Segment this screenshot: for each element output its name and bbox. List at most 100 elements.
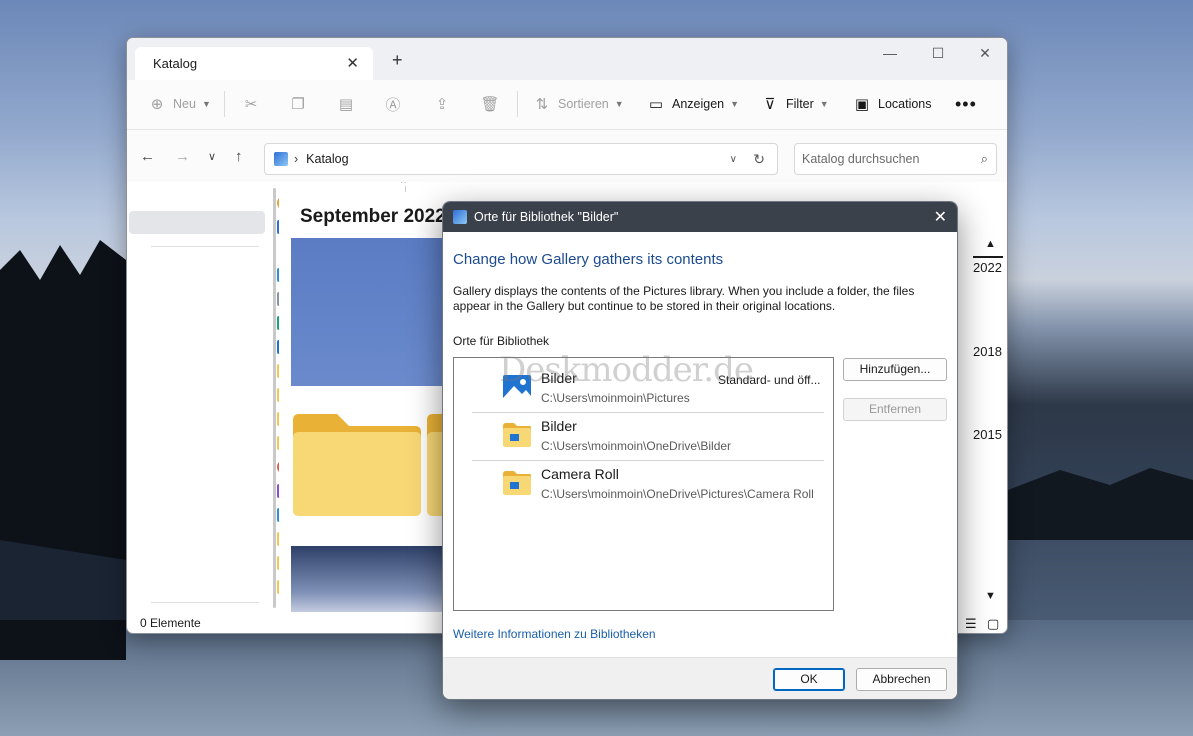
divider <box>517 91 518 117</box>
navigation-pane <box>127 182 277 612</box>
sort-icon: ⇅ <box>535 96 549 113</box>
pictures-icon <box>503 375 531 403</box>
new-label: Neu <box>173 97 196 111</box>
close-window-icon[interactable]: ✕ <box>962 42 1007 70</box>
share-button[interactable]: ⇪ <box>432 93 458 115</box>
search-icon: ⌕ <box>980 151 988 166</box>
divider <box>472 412 824 413</box>
location-status: Standard- und öff... <box>718 373 821 387</box>
recent-chevron-icon[interactable]: ∨ <box>208 150 216 163</box>
delete-button[interactable]: 🗑 <box>480 93 506 115</box>
folder-pictures-icon <box>503 471 531 495</box>
minimize-icon[interactable]: — <box>867 42 913 70</box>
copy-icon: ❐ <box>291 96 305 113</box>
locations-label: Locations <box>878 97 932 111</box>
scroll-down-icon[interactable]: ▼ <box>985 590 996 602</box>
location-name: Bilder <box>541 370 577 386</box>
locations-list[interactable]: Bilder C:\Users\moinmoin\Pictures Standa… <box>453 357 834 611</box>
sort-button[interactable]: ⇅ Sortieren ▼ <box>532 93 624 115</box>
dialog-footer: OK Abbrechen <box>443 657 957 699</box>
list-item[interactable]: Camera Roll C:\Users\moinmoin\OneDrive\P… <box>472 462 824 510</box>
sort-label: Sortieren <box>558 97 609 111</box>
clipboard-icon: ▤ <box>338 96 354 113</box>
search-placeholder: Katalog durchsuchen <box>802 152 920 166</box>
remove-button[interactable]: Entfernen <box>843 398 947 421</box>
list-item[interactable]: Bilder C:\Users\moinmoin\OneDrive\Bilder <box>472 414 824 462</box>
chevron-down-icon: ▼ <box>201 99 211 109</box>
address-bar[interactable]: › Katalog ∨ ↻ <box>264 143 778 175</box>
chevron-down-icon[interactable]: ∨ <box>730 154 737 165</box>
close-tab-icon[interactable]: ✕ <box>346 54 359 72</box>
location-path: C:\Users\moinmoin\OneDrive\Bilder <box>541 439 732 453</box>
view-label: Anzeigen <box>672 97 725 111</box>
timeline-year[interactable]: 2015 <box>973 427 1002 442</box>
item-count: 0 Elemente <box>140 616 201 630</box>
sort-indicator-icon: ^ <box>401 182 406 189</box>
chevron-down-icon: ▼ <box>819 99 829 109</box>
dialog-titlebar: Orte für Bibliothek "Bilder" ✕ <box>443 202 957 232</box>
new-button[interactable]: ⊕ Neu ▼ <box>147 93 211 115</box>
plus-circle-icon: ⊕ <box>150 96 164 113</box>
image-icon: ▣ <box>854 96 870 113</box>
thumbnail-view-icon[interactable]: ▢ <box>987 612 999 633</box>
chevron-down-icon: ▼ <box>730 99 740 109</box>
tab-katalog[interactable]: Katalog ✕ <box>135 47 373 80</box>
paste-button[interactable]: ▤ <box>336 93 362 115</box>
rename-button[interactable]: Ⓐ <box>383 93 409 115</box>
divider <box>472 460 824 461</box>
breadcrumb-separator-icon: › <box>294 152 299 166</box>
ok-button[interactable]: OK <box>773 668 845 691</box>
location-name: Camera Roll <box>541 466 619 482</box>
pictures-library-icon <box>453 210 467 224</box>
back-arrow-icon[interactable]: ← <box>140 148 155 165</box>
add-button[interactable]: Hinzufügen... <box>843 358 947 381</box>
gallery-icon <box>274 152 288 166</box>
filter-label: Filter <box>786 97 814 111</box>
tab-bar: Katalog ✕ + — ☐ ✕ <box>127 38 1007 80</box>
details-view-icon[interactable]: ☰ <box>965 612 977 633</box>
timeline-year[interactable]: 2018 <box>973 344 1002 359</box>
view-button[interactable]: ▭ Anzeigen ▼ <box>646 93 739 115</box>
date-group-title: September 2022 <box>300 206 446 227</box>
dialog-description: Gallery displays the contents of the Pic… <box>453 284 915 313</box>
location-name: Bilder <box>541 418 577 434</box>
sidebar-scrollbar[interactable] <box>273 188 276 608</box>
location-path: C:\Users\moinmoin\OneDrive\Pictures\Came… <box>541 487 814 501</box>
filter-icon: ⊽ <box>764 96 776 113</box>
scroll-up-icon[interactable]: ▲ <box>985 238 996 250</box>
list-item[interactable]: Bilder C:\Users\moinmoin\Pictures Standa… <box>472 366 824 414</box>
copy-button[interactable]: ❐ <box>288 93 314 115</box>
dialog-heading: Change how Gallery gathers its contents <box>453 251 724 268</box>
more-info-link[interactable]: Weitere Informationen zu Bibliotheken <box>453 627 656 641</box>
forward-arrow-icon[interactable]: → <box>175 148 190 165</box>
tab-title: Katalog <box>153 56 198 71</box>
command-bar: ⊕ Neu ▼ ✂ ❐ ▤ Ⓐ ⇪ 🗑 ⇅ Sortieren ▼ ▭ Anze… <box>127 80 1007 130</box>
chevron-down-icon: ▼ <box>614 99 624 109</box>
up-arrow-icon[interactable]: ↑ <box>235 148 243 165</box>
dialog-title: Orte für Bibliothek "Bilder" <box>474 210 619 224</box>
trash-icon: 🗑 <box>480 96 500 113</box>
locations-label: Orte für Bibliothek <box>453 334 550 348</box>
folder-icon[interactable] <box>291 412 423 518</box>
cut-button[interactable]: ✂ <box>241 93 267 115</box>
close-icon[interactable]: ✕ <box>934 207 947 227</box>
filter-button[interactable]: ⊽ Filter ▼ <box>760 93 829 115</box>
address-row: ← → ∨ ↑ › Katalog ∨ ↻ Katalog durchsuche… <box>127 130 1007 182</box>
maximize-icon[interactable]: ☐ <box>915 42 961 70</box>
new-tab-icon[interactable]: + <box>392 50 403 71</box>
view-icon: ▭ <box>648 96 664 113</box>
photo-thumbnail[interactable] <box>291 546 451 612</box>
refresh-icon[interactable]: ↻ <box>753 151 765 168</box>
selection-highlight <box>129 211 265 234</box>
timeline-year[interactable]: 2022 <box>973 260 1002 275</box>
search-input[interactable]: Katalog durchsuchen ⌕ <box>794 143 997 175</box>
divider <box>224 91 225 117</box>
breadcrumb: Katalog <box>306 152 349 166</box>
more-icon: ••• <box>955 93 977 114</box>
locations-button[interactable]: ▣ Locations <box>852 93 932 115</box>
cancel-button[interactable]: Abbrechen <box>856 668 947 691</box>
folder-pictures-icon <box>503 423 531 447</box>
photo-thumbnail[interactable] <box>291 238 451 386</box>
share-icon: ⇪ <box>435 96 449 113</box>
more-options-button[interactable]: ••• <box>955 93 977 115</box>
